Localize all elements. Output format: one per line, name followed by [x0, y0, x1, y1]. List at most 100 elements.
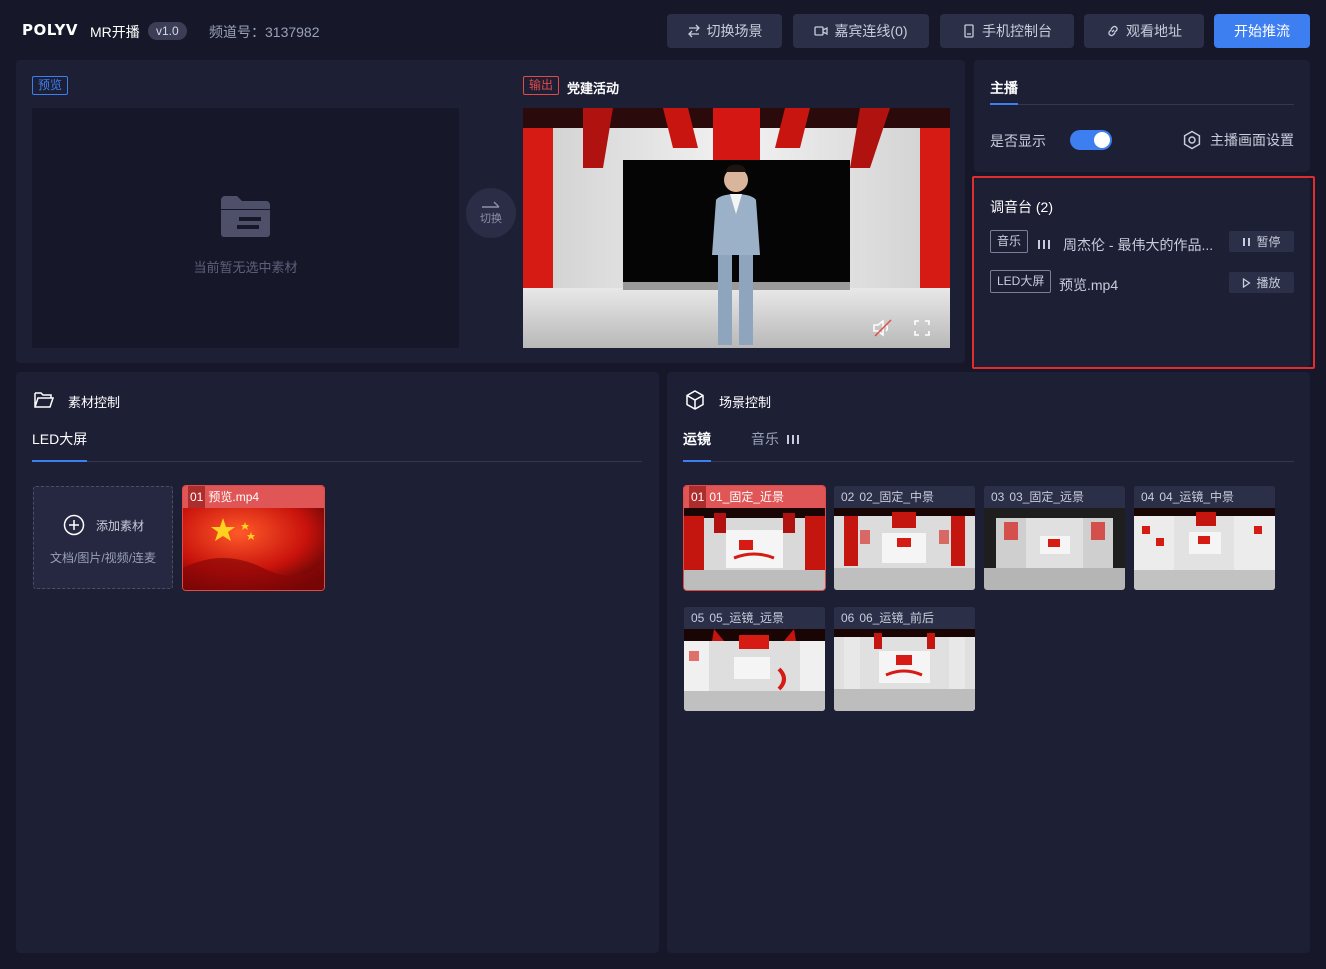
tab-camera-move[interactable]: 运镜 [683, 429, 711, 449]
preview-tag: 预览 [32, 76, 69, 95]
mobile-console-button[interactable]: 手机控制台 [940, 14, 1074, 48]
audio-bars-icon [1038, 239, 1050, 249]
output-video [523, 108, 950, 348]
tab-led-screen[interactable]: LED大屏 [32, 429, 87, 449]
scene-item-num: 02 [841, 490, 855, 504]
tab-anchor[interactable]: 主播 [990, 78, 1018, 98]
link-icon [1108, 25, 1118, 37]
scene-item-name: 05_运镜_远景 [709, 611, 785, 625]
play-button[interactable]: 播放 [1229, 272, 1294, 293]
swap-icon [687, 24, 700, 38]
scene-item-bar: 04 04_运镜_中景 [1134, 486, 1275, 508]
watch-url-button[interactable]: 观看地址 [1084, 14, 1204, 48]
preview-area: 当前暂无选中素材 [32, 108, 459, 348]
add-material-label: 添加素材 [96, 519, 145, 533]
tab-music-label: 音乐 [751, 431, 779, 447]
tab-camera-underline [683, 460, 711, 462]
material-panel [16, 372, 659, 953]
scene-item-name: 03_固定_远景 [1009, 490, 1085, 504]
material-item[interactable]: 01 预览.mp4 [182, 485, 325, 591]
scene-item-name: 02_固定_中景 [859, 490, 935, 504]
flag-thumbnail [183, 508, 324, 590]
pause-label: 暂停 [1256, 235, 1281, 249]
pause-icon [1243, 237, 1251, 246]
folder-open-icon [34, 392, 55, 408]
studio-scene-image [523, 108, 950, 348]
material-divider [87, 461, 642, 462]
music-bars-icon [787, 434, 799, 444]
scene-item-bar: 02 02_固定_中景 [834, 486, 975, 508]
anchor-settings-button[interactable]: 主播画面设置 [1182, 130, 1294, 150]
scene-item-bar: 01 01_固定_近景 [684, 486, 825, 508]
material-item-name: 预览.mp4 [208, 490, 260, 504]
scene-item[interactable]: 01 01_固定_近景 [683, 485, 826, 591]
scene-thumbnail [984, 508, 1125, 590]
plus-circle-icon [63, 514, 85, 536]
material-title: 素材控制 [68, 395, 121, 410]
cube-icon [686, 390, 704, 410]
toggle-knob [1094, 132, 1110, 148]
scene-item-num: 05 [691, 611, 705, 625]
scene-item-name: 04_运镜_中景 [1159, 490, 1235, 504]
switch-scene-button[interactable]: 切换场景 [667, 14, 782, 48]
play-icon [1243, 277, 1252, 288]
video-camera-icon [814, 26, 829, 36]
version-badge: v1.0 [148, 22, 187, 40]
output-tag: 输出 [523, 76, 560, 95]
tab-anchor-underline [990, 103, 1018, 105]
scene-item-bar: 03 03_固定_远景 [984, 486, 1125, 508]
scene-item[interactable]: 04 04_运镜_中景 [1134, 486, 1275, 590]
scene-item-num: 01 [689, 486, 707, 508]
preview-empty-text: 当前暂无选中素材 [193, 260, 298, 275]
pause-button[interactable]: 暂停 [1229, 231, 1294, 252]
settings-hexagon-icon [1183, 130, 1201, 150]
scene-item[interactable]: 03 03_固定_远景 [984, 486, 1125, 590]
switch-label: 切换 [480, 213, 502, 225]
scene-item-name: 06_运镜_前后 [859, 611, 935, 625]
scene-thumbnail [834, 629, 975, 711]
top-bar: POLYV MR开播 v1.0 频道号：3137982 切换场景 嘉宾连线(0)… [0, 0, 1326, 60]
start-push-button[interactable]: 开始推流 [1214, 14, 1310, 48]
scene-thumbnail [684, 508, 825, 590]
tab-led-underline [32, 460, 87, 462]
material-item-num: 01 [188, 486, 206, 508]
anchor-settings-label: 主播画面设置 [1210, 132, 1294, 148]
switch-button[interactable]: 切换 [466, 188, 516, 238]
track-name-music: 周杰伦 - 最伟大的作品... [1063, 237, 1214, 253]
scene-item[interactable]: 06 06_运镜_前后 [834, 607, 975, 711]
tab-music[interactable]: 音乐 [751, 429, 799, 449]
add-material-types: 文档/图片/视频/连麦 [49, 551, 156, 565]
fullscreen-icon[interactable] [914, 320, 930, 336]
anchor-divider [1018, 104, 1294, 105]
scene-thumbnail [684, 629, 825, 711]
material-item-bar: 01 预览.mp4 [183, 486, 324, 508]
track-tag-music: 音乐 [990, 230, 1029, 253]
scene-item[interactable]: 02 02_固定_中景 [834, 486, 975, 590]
add-material-card[interactable]: 添加素材 文档/图片/视频/连麦 [33, 486, 173, 589]
output-title: 党建活动 [567, 81, 620, 96]
switch-scene-label: 切换场景 [706, 23, 763, 39]
guest-connect-button[interactable]: 嘉宾连线(0) [793, 14, 929, 48]
mobile-console-label: 手机控制台 [982, 23, 1052, 39]
display-toggle[interactable] [1070, 130, 1112, 150]
arrow-right-icon [482, 201, 500, 208]
scene-title: 场景控制 [719, 395, 772, 410]
folder-icon [221, 196, 270, 237]
track-tag-led: LED大屏 [990, 270, 1052, 293]
track-name-led: 预览.mp4 [1059, 277, 1119, 293]
scene-item-num: 06 [841, 611, 855, 625]
mixer-title: 调音台 (2) [990, 199, 1053, 215]
scene-item-bar: 05 05_运镜_远景 [684, 607, 825, 629]
tablet-icon [964, 24, 974, 38]
scene-item-num: 04 [1141, 490, 1155, 504]
polyv-logo: POLYV [22, 21, 78, 39]
scene-thumbnail [834, 508, 975, 590]
channel-number: 频道号：3137982 [209, 24, 320, 40]
anchor-panel [974, 60, 1310, 172]
scene-item-num: 03 [991, 490, 1005, 504]
mute-icon[interactable] [872, 318, 894, 338]
scene-item[interactable]: 05 05_运镜_远景 [684, 607, 825, 711]
scene-item-name: 01_固定_近景 [709, 490, 785, 504]
app-name: MR开播 [90, 24, 140, 40]
scene-divider [711, 461, 1294, 462]
